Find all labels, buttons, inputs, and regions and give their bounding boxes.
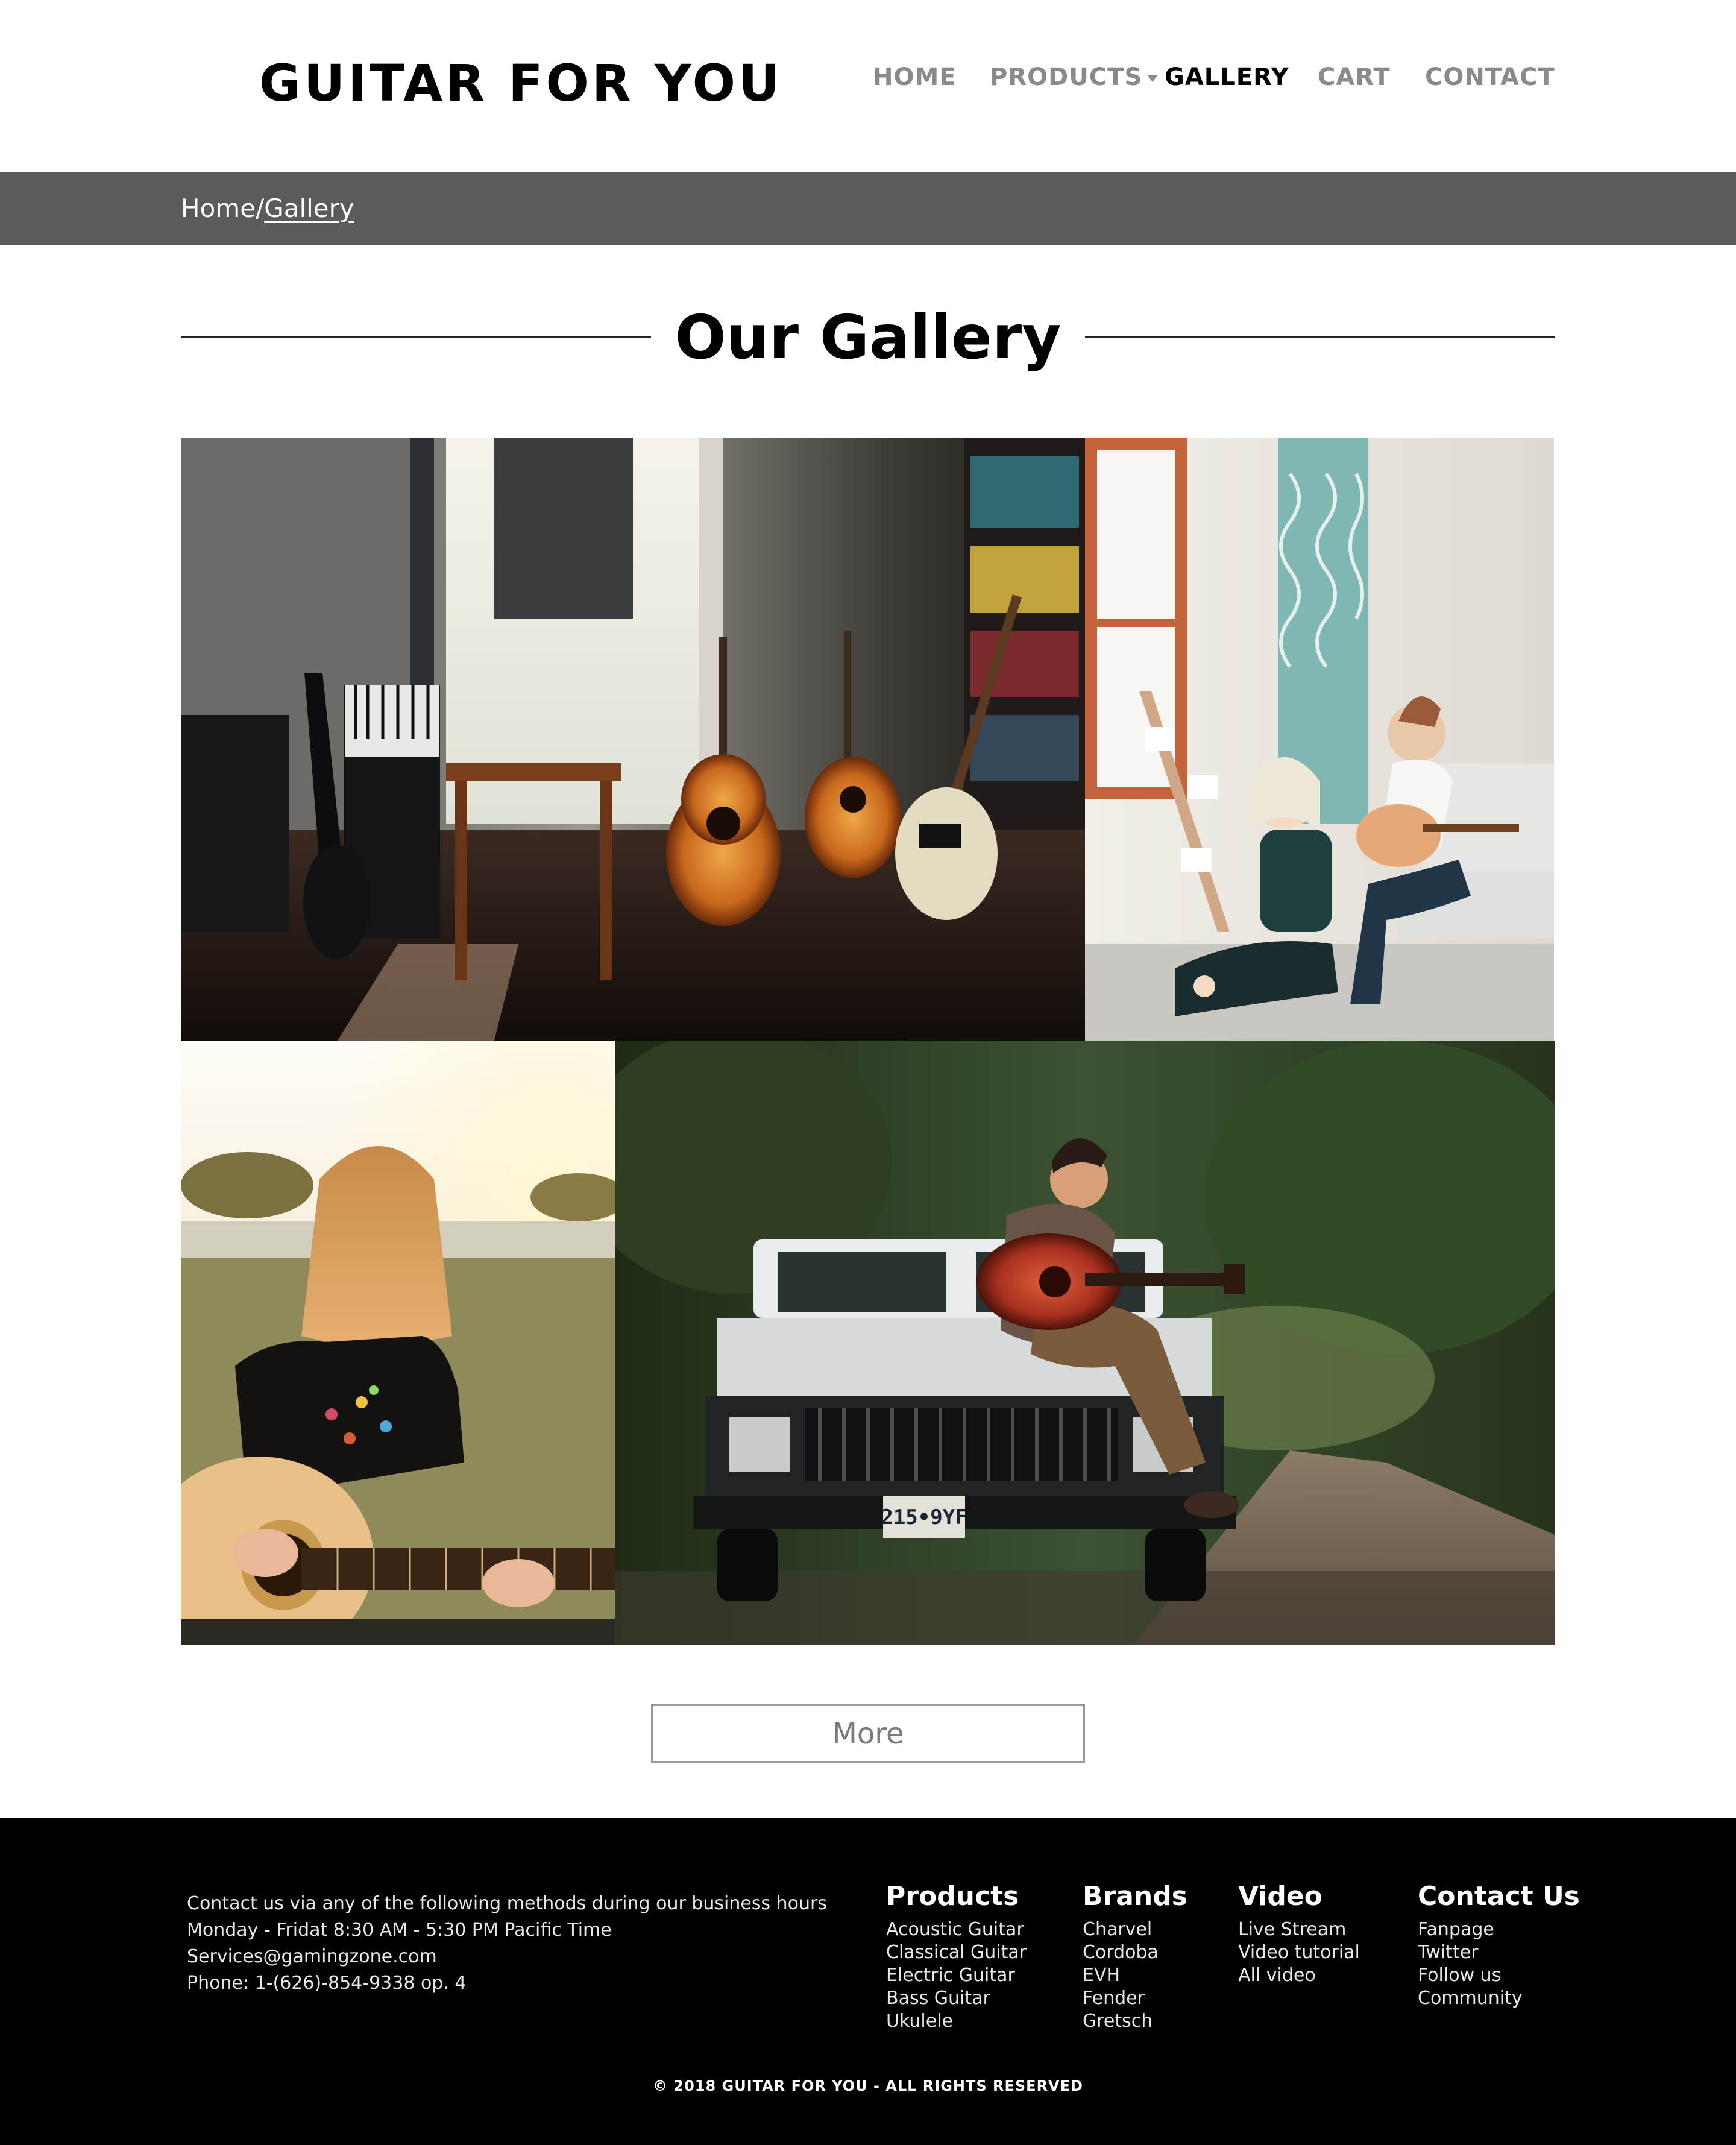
footer-contact-line: Contact us via any of the following meth…	[187, 1893, 827, 1914]
site-header: GUITAR FOR YOU HOME PRODUCTS GALLERY CAR…	[0, 0, 1736, 172]
girl-photo-image	[181, 1041, 615, 1645]
caret-down-icon	[1147, 75, 1159, 82]
footer-hours: Monday - Fridat 8:30 AM - 5:30 PM Pacifi…	[187, 1920, 612, 1941]
footer-col-title: Brands	[1083, 1881, 1187, 1912]
nav-products[interactable]: PRODUCTS	[990, 60, 1159, 94]
footer-link[interactable]: Fender	[1083, 1987, 1187, 2010]
couple-photo-image	[1085, 438, 1554, 1041]
footer-link[interactable]: Acoustic Guitar	[886, 1918, 1027, 1941]
footer-link[interactable]: Ukulele	[886, 2010, 1027, 2033]
title-divider-left	[181, 336, 651, 338]
breadcrumb-bar: Home/Gallery	[0, 172, 1736, 245]
footer-link[interactable]: Bass Guitar	[886, 1987, 1027, 2010]
license-plate: 215•9YF	[881, 1505, 967, 1529]
title-divider-right	[1085, 336, 1555, 338]
nav-home[interactable]: HOME	[873, 60, 957, 94]
footer-col-title: Video	[1238, 1881, 1322, 1912]
footer-link[interactable]: Charvel	[1083, 1918, 1187, 1941]
studio-photo-image	[181, 438, 1085, 1041]
footer-link[interactable]: Live Stream	[1238, 1918, 1360, 1941]
nav-products-label: PRODUCTS	[990, 63, 1143, 91]
breadcrumb-home[interactable]: Home	[181, 194, 256, 223]
nav-gallery[interactable]: GALLERY	[1165, 60, 1289, 94]
footer-col-brands: Brands Charvel Cordoba EVH Fender Gretsc…	[1083, 1879, 1187, 2033]
gallery-heading: Our Gallery	[181, 295, 1555, 380]
footer-link[interactable]: Video tutorial	[1238, 1941, 1360, 1964]
nav-contact[interactable]: CONTACT	[1425, 60, 1555, 94]
footer-link[interactable]: Gretsch	[1083, 2010, 1187, 2033]
site-footer: Contact us via any of the following meth…	[0, 1818, 1736, 2145]
footer-contact-info: Contact us via any of the following meth…	[187, 1891, 827, 1997]
breadcrumb-current[interactable]: Gallery	[264, 194, 354, 223]
footer-link[interactable]: Twitter	[1418, 1941, 1580, 1964]
footer-col-products: Products Acoustic Guitar Classical Guita…	[886, 1879, 1027, 2033]
breadcrumb: Home/Gallery	[181, 191, 354, 227]
gallery-photo-couple[interactable]	[1085, 438, 1554, 1041]
footer-col-title: Contact Us	[1418, 1881, 1580, 1912]
footer-link[interactable]: Community	[1418, 1987, 1580, 2010]
footer-link[interactable]: Cordoba	[1083, 1941, 1187, 1964]
breadcrumb-separator: /	[256, 194, 265, 223]
footer-email[interactable]: Services@gamingzone.com	[187, 1944, 827, 1970]
footer-col-contact: Contact Us Fanpage Twitter Follow us Com…	[1418, 1879, 1580, 2010]
footer-link[interactable]: Follow us	[1418, 1964, 1580, 1987]
footer-col-title: Products	[886, 1881, 1019, 1912]
gallery-photo-jeep[interactable]: 215•9YF	[615, 1041, 1555, 1645]
site-logo[interactable]: GUITAR FOR YOU	[259, 53, 782, 113]
footer-link[interactable]: Fanpage	[1418, 1918, 1580, 1941]
footer-link[interactable]: Electric Guitar	[886, 1964, 1027, 1987]
page-title: Our Gallery	[675, 302, 1061, 373]
footer-link[interactable]: EVH	[1083, 1964, 1187, 1987]
footer-link[interactable]: Classical Guitar	[886, 1941, 1027, 1964]
more-button[interactable]: More	[651, 1704, 1085, 1763]
nav-cart[interactable]: CART	[1318, 60, 1391, 94]
gallery-photo-studio[interactable]	[181, 438, 1085, 1041]
footer-col-video: Video Live Stream Video tutorial All vid…	[1238, 1879, 1360, 1987]
gallery-photo-girl[interactable]	[181, 1041, 615, 1645]
footer-phone[interactable]: Phone: 1-(626)-854-9338 op. 4	[187, 1970, 827, 1997]
jeep-photo-image: 215•9YF	[615, 1041, 1555, 1645]
copyright: © 2018 GUITAR FOR YOU - ALL RIGHTS RESER…	[653, 2077, 1083, 2094]
footer-link[interactable]: All video	[1238, 1964, 1360, 1987]
